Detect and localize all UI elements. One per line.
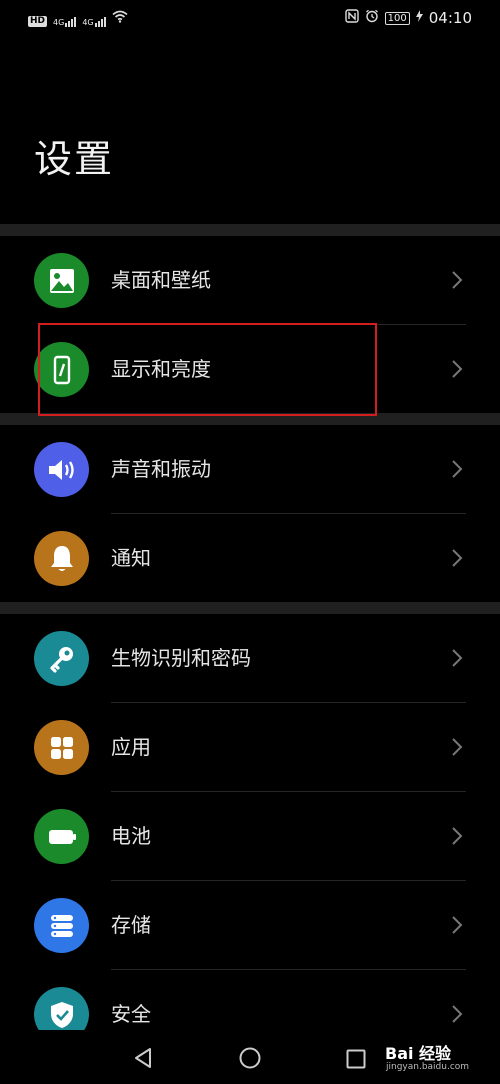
battery-icon	[34, 809, 89, 864]
settings-item-notifications[interactable]: 通知	[0, 514, 500, 603]
chevron-right-icon	[452, 1005, 463, 1023]
chevron-right-icon	[452, 549, 463, 567]
settings-item-apps[interactable]: 应用	[0, 703, 500, 792]
storage-icon	[34, 898, 89, 953]
charging-icon	[415, 10, 423, 26]
wallpaper-icon	[34, 253, 89, 308]
settings-item-label: 存储	[111, 913, 151, 937]
home-icon[interactable]	[239, 1047, 261, 1069]
settings-group-2: 声音和振动 通知	[0, 425, 500, 603]
page-title: 设置	[34, 137, 115, 181]
section-divider	[0, 224, 500, 236]
watermark-url: jingyan.baidu.com	[386, 1062, 470, 1072]
sound-icon	[34, 442, 89, 497]
hd-icon: HD	[28, 16, 48, 27]
navigation-bar: Bai 经验 jingyan.baidu.com	[0, 1030, 500, 1084]
settings-item-battery[interactable]: 电池	[0, 792, 500, 881]
wifi-icon	[112, 10, 128, 27]
baidu-watermark: Bai 经验	[385, 1044, 452, 1063]
settings-group-3: 生物识别和密码 应用 电池 存储 安全	[0, 614, 500, 1059]
settings-item-label: 桌面和壁纸	[111, 268, 211, 292]
chevron-right-icon	[452, 460, 463, 478]
nfc-icon	[344, 9, 359, 27]
section-divider	[0, 602, 500, 614]
settings-item-label: 声音和振动	[111, 457, 211, 481]
chevron-right-icon	[452, 738, 463, 756]
chevron-right-icon	[452, 360, 463, 378]
settings-item-sound[interactable]: 声音和振动	[0, 425, 500, 514]
status-bar: HD 4G 4G 100 04:10	[0, 0, 500, 36]
apps-icon	[34, 720, 89, 775]
settings-item-label: 通知	[111, 546, 151, 570]
clock: 04:10	[428, 9, 472, 27]
chevron-right-icon	[452, 271, 463, 289]
chevron-right-icon	[452, 916, 463, 934]
key-icon	[34, 631, 89, 686]
settings-item-biometrics[interactable]: 生物识别和密码	[0, 614, 500, 703]
alarm-icon	[365, 9, 379, 27]
back-icon[interactable]	[133, 1047, 153, 1069]
chevron-right-icon	[452, 649, 463, 667]
signal-icon: 4G	[82, 17, 106, 27]
settings-item-wallpaper[interactable]: 桌面和壁纸	[0, 236, 500, 325]
battery-icon: 100	[384, 11, 410, 25]
recent-apps-icon[interactable]	[346, 1049, 366, 1069]
bell-icon	[34, 531, 89, 586]
settings-item-label: 应用	[111, 735, 151, 759]
settings-item-label: 电池	[111, 824, 151, 848]
highlight-box	[38, 323, 377, 416]
chevron-right-icon	[452, 827, 463, 845]
signal-icon: 4G	[53, 17, 77, 27]
settings-item-label: 生物识别和密码	[111, 646, 251, 670]
settings-item-storage[interactable]: 存储	[0, 881, 500, 970]
